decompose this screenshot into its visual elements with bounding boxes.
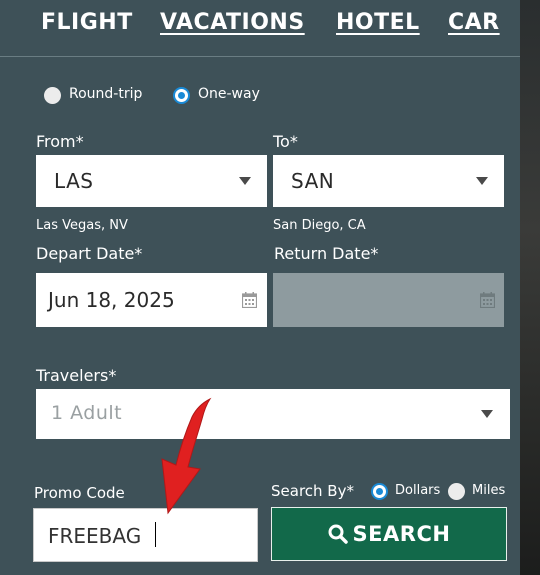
from-select[interactable]: LAS — [36, 155, 267, 207]
to-value: SAN — [291, 169, 335, 193]
booking-tabs: FLIGHT VACATIONS HOTEL CAR — [0, 0, 520, 57]
to-city: San Diego, CA — [273, 218, 366, 233]
search-button[interactable]: SEARCH — [271, 507, 507, 561]
return-date-label: Return Date* — [274, 244, 379, 263]
dollars-label[interactable]: Dollars — [395, 483, 440, 498]
calendar-icon — [480, 292, 495, 308]
tab-hotel[interactable]: HOTEL — [336, 10, 420, 35]
chevron-down-icon — [239, 177, 251, 185]
chevron-down-icon — [476, 177, 488, 185]
round-trip-label[interactable]: Round-trip — [69, 86, 142, 102]
background-edge — [520, 0, 540, 575]
travelers-value: 1 Adult — [51, 402, 123, 424]
red-arrow-annotation — [161, 397, 212, 515]
from-value: LAS — [54, 169, 94, 193]
tab-vacations[interactable]: VACATIONS — [160, 10, 305, 35]
depart-date-value: Jun 18, 2025 — [48, 288, 175, 312]
promo-code-label: Promo Code — [34, 484, 125, 502]
miles-label[interactable]: Miles — [472, 483, 505, 498]
to-select[interactable]: SAN — [273, 155, 504, 207]
search-by-label: Search By* — [271, 482, 354, 500]
tab-car[interactable]: CAR — [448, 10, 500, 35]
from-city: Las Vegas, NV — [36, 218, 128, 233]
depart-date-input[interactable]: Jun 18, 2025 — [36, 273, 267, 327]
depart-date-label: Depart Date* — [36, 244, 143, 263]
one-way-radio[interactable] — [173, 87, 190, 104]
one-way-label[interactable]: One-way — [198, 86, 260, 102]
return-date-input — [273, 273, 504, 327]
travelers-label: Travelers* — [36, 366, 117, 385]
round-trip-radio[interactable] — [44, 87, 61, 104]
booking-panel: FLIGHT VACATIONS HOTEL CAR Round-trip On… — [0, 0, 520, 575]
to-label: To* — [273, 132, 298, 151]
chevron-down-icon — [481, 410, 493, 418]
travelers-select[interactable]: 1 Adult — [36, 389, 510, 439]
miles-radio[interactable] — [448, 483, 465, 500]
search-button-label: SEARCH — [352, 522, 451, 546]
text-cursor — [155, 522, 156, 547]
tab-flight[interactable]: FLIGHT — [41, 10, 133, 35]
from-label: From* — [36, 132, 84, 151]
calendar-icon[interactable] — [242, 292, 257, 308]
promo-code-value: FREEBAG — [48, 524, 142, 548]
dollars-radio[interactable] — [371, 483, 388, 500]
search-icon — [328, 524, 348, 544]
promo-code-input[interactable]: FREEBAG — [33, 508, 258, 562]
